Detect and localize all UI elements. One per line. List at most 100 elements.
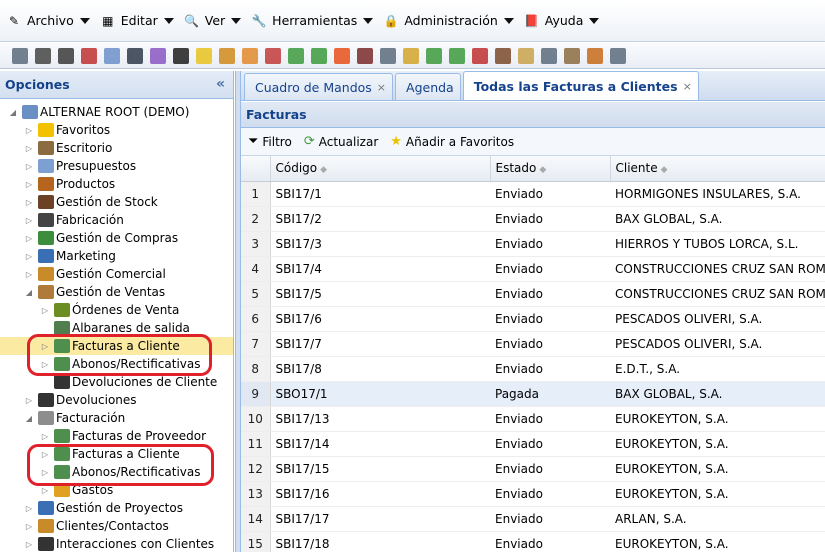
tree-item[interactable]: ▷ Escritorio: [0, 139, 233, 157]
mail-icon[interactable]: [541, 47, 557, 64]
box-icon[interactable]: [242, 47, 258, 64]
invoice-icon[interactable]: [426, 47, 442, 64]
add-favorites-button[interactable]: ★ Añadir a Favoritos: [390, 134, 514, 149]
gear-icon[interactable]: [610, 47, 626, 64]
tab-2[interactable]: Todas las Facturas a Clientes ×: [462, 71, 699, 100]
tree-item[interactable]: ▷ Facturas de Proveedor: [0, 427, 233, 445]
tree-item[interactable]: ▷ Presupuestos: [0, 157, 233, 175]
print-icon[interactable]: [12, 47, 28, 64]
table-row[interactable]: 4 SBI17/4 Enviado CONSTRUCCIONES CRUZ SAN R…: [241, 256, 825, 282]
tree-item[interactable]: ▷ Gestión de Compras: [0, 229, 233, 247]
tree-toggle-icon[interactable]: ▷: [24, 251, 34, 261]
table-row[interactable]: 3 SBI17/3 Enviado HIERROS Y TUBOS LORCA, S.…: [241, 231, 825, 257]
tree-item[interactable]: ▷ Favoritos: [0, 121, 233, 139]
tree-toggle-icon[interactable]: ◢: [8, 107, 18, 117]
download-icon[interactable]: [288, 47, 304, 64]
copy2-icon[interactable]: [518, 47, 534, 64]
table-row[interactable]: 10 SBI17/13 Enviado EUROKEYTON, S.A.: [241, 406, 825, 432]
calculator-icon[interactable]: [380, 47, 396, 64]
document-icon[interactable]: [104, 47, 120, 64]
menu-0[interactable]: ✎ Archivo: [6, 8, 90, 34]
tree-toggle-icon[interactable]: ◢: [24, 287, 34, 297]
tree-item[interactable]: ◢ Gestión de Ventas: [0, 283, 233, 301]
copy-icon[interactable]: [58, 47, 74, 64]
monitor-icon[interactable]: [265, 47, 281, 64]
menu-5[interactable]: 📕 Ayuda: [524, 8, 600, 34]
table-row[interactable]: 8 SBI17/8 Enviado E.D.T., S.A.: [241, 356, 825, 382]
column-header-cliente[interactable]: Cliente ◆: [610, 156, 825, 182]
tree-toggle-icon[interactable]: ▷: [24, 197, 34, 207]
tree-item[interactable]: ▷ Gestión de Proyectos: [0, 499, 233, 517]
tree-toggle-icon[interactable]: ◢: [24, 413, 34, 423]
tree-item[interactable]: ▷ Marketing: [0, 247, 233, 265]
table-row[interactable]: 9 SBO17/1 Pagada BAX GLOBAL, S.A.: [241, 381, 825, 407]
tree-toggle-icon[interactable]: ▷: [24, 503, 34, 513]
tree-toggle-icon[interactable]: ▷: [40, 431, 50, 441]
tree-toggle-icon[interactable]: ▷: [24, 233, 34, 243]
tree-toggle-icon[interactable]: ▷: [24, 161, 34, 171]
column-header-estado[interactable]: Estado ◆: [490, 156, 611, 182]
filter-button[interactable]: ⏷ Filtro: [248, 134, 292, 149]
table-row[interactable]: 12 SBI17/15 Enviado EUROKEYTON, S.A.: [241, 456, 825, 482]
truck-icon[interactable]: [219, 47, 235, 64]
tree-toggle-icon[interactable]: ▷: [24, 125, 34, 135]
tree-toggle-icon[interactable]: ▷: [24, 143, 34, 153]
tree-toggle-icon[interactable]: ▷: [24, 179, 34, 189]
table-row[interactable]: 2 SBI17/2 Enviado BAX GLOBAL, S.A.: [241, 206, 825, 232]
tab-0[interactable]: Cuadro de Mandos ×: [244, 73, 394, 100]
fire-icon[interactable]: [334, 47, 350, 64]
menu-1[interactable]: ▦ Editar: [100, 8, 174, 34]
table-row[interactable]: 11 SBI17/14 Enviado EUROKEYTON, S.A.: [241, 431, 825, 457]
tree-item[interactable]: ▷ Fabricación: [0, 211, 233, 229]
tab-1[interactable]: Agenda: [395, 73, 461, 100]
menu-3[interactable]: 🔧 Herramientas: [251, 8, 374, 34]
tree-toggle-icon[interactable]: ▷: [24, 539, 34, 549]
close-icon[interactable]: ×: [683, 80, 692, 93]
person-icon[interactable]: [357, 47, 373, 64]
menu-label: Administración: [404, 13, 498, 28]
tree-item[interactable]: ▷ Interacciones con Clientes: [0, 535, 233, 552]
cell-codigo: SBO17/1: [270, 381, 490, 407]
table-row[interactable]: 5 SBI17/5 Enviado CONSTRUCCIONES CRUZ SAN R…: [241, 281, 825, 307]
table-row[interactable]: 7 SBI17/7 Enviado PESCADOS OLIVERI, S.A.: [241, 331, 825, 357]
users-icon[interactable]: [173, 47, 189, 64]
table-row[interactable]: 1 SBI17/1 Enviado HORMIGONES INSULARES, S.A…: [241, 181, 825, 207]
tree-item[interactable]: ▷ Gestión de Stock: [0, 193, 233, 211]
table-row[interactable]: 6 SBI17/6 Enviado PESCADOS OLIVERI, S.A.: [241, 306, 825, 332]
tree-item[interactable]: ◢ Facturación: [0, 409, 233, 427]
tree-toggle-icon[interactable]: ▷: [24, 521, 34, 531]
invoice2-icon[interactable]: [449, 47, 465, 64]
menu-4[interactable]: 🔒 Administración: [383, 8, 514, 34]
tree-item[interactable]: ▷ Órdenes de Venta: [0, 301, 233, 319]
folder-icon[interactable]: [196, 47, 212, 64]
tree-toggle-icon[interactable]: ▷: [24, 395, 34, 405]
user-icon[interactable]: [495, 47, 511, 64]
bug-icon[interactable]: [587, 47, 603, 64]
tree-item[interactable]: ▷ Productos: [0, 175, 233, 193]
coins-icon[interactable]: [403, 47, 419, 64]
upload-icon[interactable]: [311, 47, 327, 64]
tree-item[interactable]: ▷ Gestión Comercial: [0, 265, 233, 283]
book-icon[interactable]: [150, 47, 166, 64]
tree-toggle-icon[interactable]: ▷: [40, 305, 50, 315]
collapse-icon[interactable]: «: [216, 76, 225, 92]
tree-toggle-icon[interactable]: ▷: [40, 485, 50, 495]
tree-item[interactable]: ▷ Devoluciones: [0, 391, 233, 409]
cut-icon[interactable]: [35, 47, 51, 64]
column-header-codigo[interactable]: Código ◆: [270, 156, 491, 182]
calendar-icon[interactable]: [81, 47, 97, 64]
refresh-button[interactable]: ⟳ Actualizar: [304, 134, 378, 149]
tree-item[interactable]: ◢ ALTERNAE ROOT (DEMO): [0, 103, 233, 121]
table-row[interactable]: 15 SBI17/18 Enviado EUROKEYTON, S.A.: [241, 531, 825, 552]
tree-item[interactable]: ▷ Clientes/Contactos: [0, 517, 233, 535]
tree-toggle-icon[interactable]: ▷: [24, 269, 34, 279]
house-icon[interactable]: [472, 47, 488, 64]
tree-toggle-icon[interactable]: ▷: [24, 215, 34, 225]
close-icon[interactable]: ×: [377, 81, 386, 94]
box2-icon[interactable]: [564, 47, 580, 64]
table-row[interactable]: 14 SBI17/17 Enviado ARLAN, S.A.: [241, 506, 825, 532]
menu-2[interactable]: 🔍 Ver: [184, 8, 242, 34]
table-row[interactable]: 13 SBI17/16 Enviado EUROKEYTON, S.A.: [241, 481, 825, 507]
cell-codigo: SBI17/15: [270, 456, 490, 482]
hat-icon[interactable]: [127, 47, 143, 64]
